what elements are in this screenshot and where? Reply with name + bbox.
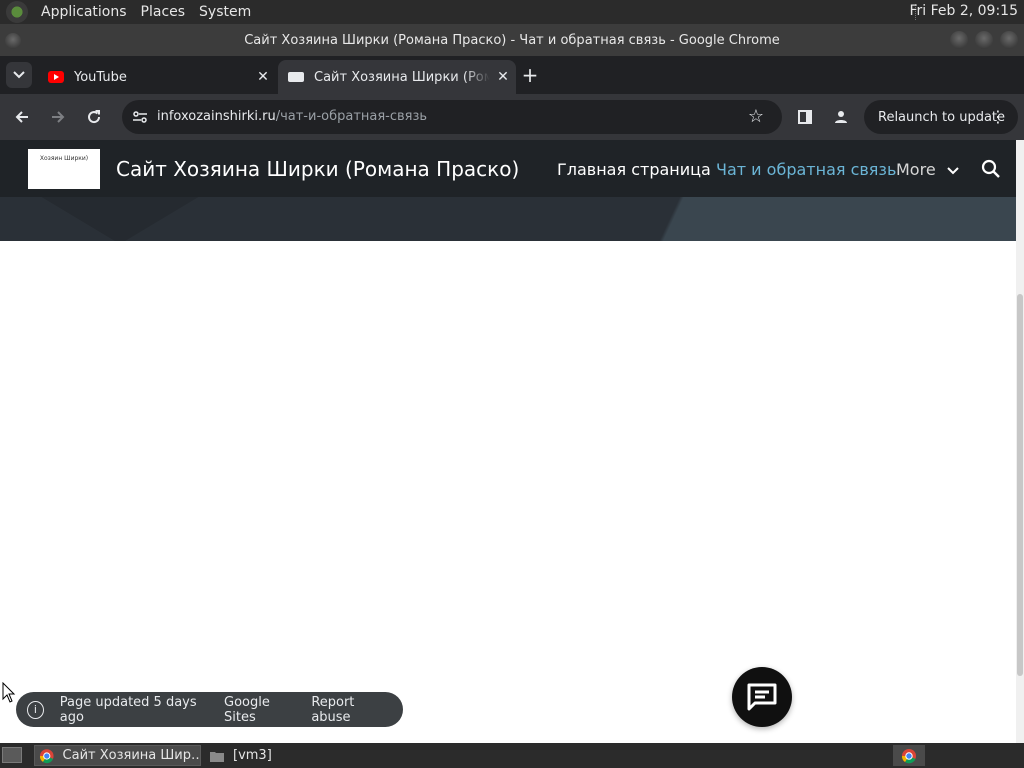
top-panel: Applications Places System Fri Feb 2, 09… <box>0 0 1024 24</box>
show-desktop-button[interactable] <box>2 747 22 763</box>
page-scrollbar[interactable] <box>1016 140 1024 743</box>
relaunch-label: Relaunch to update <box>878 109 1006 125</box>
side-panel-button[interactable] <box>793 105 817 129</box>
header-decoration <box>40 196 200 241</box>
tab-title: YouTube <box>74 69 127 85</box>
tab-strip: YouTube ✕ Сайт Хозяина Ширки (Романа Пра… <box>0 56 1024 94</box>
chat-icon <box>747 683 777 711</box>
chat-button[interactable] <box>732 667 792 727</box>
taskbar-item-chrome[interactable]: Сайт Хозяина Шир… <box>34 745 201 766</box>
page-updated-text: Page updated 5 days ago <box>59 694 197 725</box>
page-viewport: Хозяин Ширки) Сайт Хозяина Ширки (Романа… <box>0 140 1024 743</box>
url-path: /чат-и-обратная-связь <box>275 109 428 124</box>
taskbar-item-label: Сайт Хозяина Шир… <box>62 748 200 763</box>
clock[interactable]: Fri Feb 2, 09:15 <box>909 3 1018 19</box>
taskbar-item-vm3[interactable]: [vm3] <box>205 745 315 766</box>
applications-menu[interactable]: Applications <box>34 4 134 20</box>
window-titlebar[interactable]: Сайт Хозяина Ширки (Романа Праско) - Чат… <box>0 24 1024 56</box>
nav-more-label: More <box>896 160 936 179</box>
chevron-down-icon <box>947 167 959 175</box>
site-settings-icon[interactable] <box>130 107 150 127</box>
scrollbar-thumb[interactable] <box>1017 294 1023 676</box>
chrome-icon <box>39 748 54 763</box>
reload-icon <box>88 110 101 124</box>
sites-footer-bar: i Page updated 5 days ago Google Sites R… <box>16 692 403 727</box>
site-title[interactable]: Сайт Хозяина Ширки (Романа Праско) <box>116 157 519 181</box>
arrow-left-icon <box>15 111 28 123</box>
youtube-icon <box>48 71 64 83</box>
google-sites-link[interactable]: Google Sites <box>224 695 299 725</box>
minimize-button[interactable] <box>950 31 968 49</box>
system-menu[interactable]: System <box>192 4 258 20</box>
nav-chat-feedback[interactable]: Чат и обратная связь <box>716 160 896 179</box>
bookmark-star-icon[interactable]: ☆ <box>748 106 764 127</box>
maximize-button[interactable] <box>975 31 993 49</box>
distro-logo-icon[interactable] <box>6 1 28 23</box>
window-menu-icon[interactable] <box>5 33 21 49</box>
side-panel-icon <box>798 110 812 124</box>
profile-button[interactable] <box>829 105 853 129</box>
new-tab-button[interactable]: + <box>518 63 542 87</box>
window-title: Сайт Хозяина Ширки (Романа Праско) - Чат… <box>244 32 780 48</box>
nav-home[interactable]: Главная страница <box>557 160 711 179</box>
folder-icon <box>210 751 224 762</box>
tab-close-button[interactable]: ✕ <box>490 69 516 85</box>
search-icon[interactable] <box>980 158 1002 180</box>
tab-search-button[interactable] <box>6 62 32 88</box>
reload-button[interactable] <box>82 105 106 129</box>
page-icon <box>288 72 304 82</box>
mouse-cursor-icon <box>2 682 16 703</box>
back-button[interactable] <box>10 105 34 129</box>
chevron-down-icon <box>13 71 25 79</box>
header-decoration <box>640 196 1016 241</box>
forward-button[interactable] <box>46 105 70 129</box>
taskbar-item-label: [vm3] <box>233 748 272 763</box>
chrome-icon <box>901 748 916 763</box>
tab-title: Сайт Хозяина Ширки (Романа Праско) <box>314 69 490 85</box>
site-logo[interactable]: Хозяин Ширки) <box>28 149 100 189</box>
relaunch-button[interactable]: Relaunch to update ⋮ <box>864 100 1018 134</box>
nav-more[interactable]: More <box>896 160 959 179</box>
tab-youtube[interactable]: YouTube ✕ <box>38 60 276 94</box>
profile-icon <box>835 111 847 123</box>
places-menu[interactable]: Places <box>134 4 193 20</box>
url-host: infoxozainshirki.ru <box>157 109 276 124</box>
site-header: Хозяин Ширки) Сайт Хозяина Ширки (Романа… <box>0 140 1016 241</box>
bottom-taskbar: Сайт Хозяина Шир… [vm3] <box>0 743 1024 768</box>
info-icon[interactable]: i <box>27 700 44 719</box>
tab-close-button[interactable]: ✕ <box>250 69 276 85</box>
tray-chrome-icon[interactable] <box>893 745 925 766</box>
arrow-right-icon <box>52 111 65 123</box>
browser-toolbar: infoxozainshirki.ru/чат-и-обратная-связь… <box>0 94 1024 140</box>
tab-site[interactable]: Сайт Хозяина Ширки (Романа Праско) ✕ <box>278 60 516 94</box>
close-window-button[interactable] <box>1000 31 1018 49</box>
url-text[interactable]: infoxozainshirki.ru/чат-и-обратная-связь <box>157 109 427 124</box>
more-vert-icon[interactable]: ⋮ <box>990 107 1006 126</box>
report-abuse-link[interactable]: Report abuse <box>311 695 391 725</box>
panel-menu: Applications Places System <box>34 4 258 20</box>
address-bar[interactable]: infoxozainshirki.ru/чат-и-обратная-связь… <box>122 100 782 134</box>
